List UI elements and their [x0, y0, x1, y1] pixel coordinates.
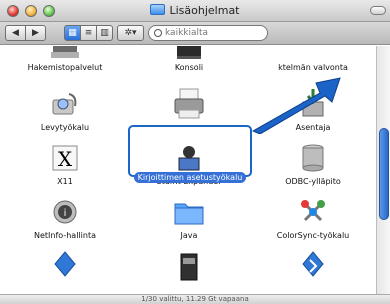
file-label: Hakemistopalvelut [27, 63, 103, 72]
icon-view-button[interactable]: ▦ [64, 25, 81, 41]
icon-view: Hakemistopalvelut Konsoli ktelmän valvon… [0, 46, 376, 294]
file-label: Java [180, 231, 198, 240]
file-item[interactable]: Levytyökalu [10, 86, 120, 133]
vertical-scrollbar[interactable] [376, 46, 390, 294]
file-item[interactable] [258, 248, 368, 284]
console-icon [171, 46, 207, 62]
finder-window: Lisäohjelmat ◀ ▶ ▦ ≡ ▥ ✲▾ kaikkialta Hak… [0, 0, 390, 304]
search-icon [154, 29, 162, 37]
file-item[interactable] [134, 86, 244, 122]
pointer-arrow-icon [251, 77, 341, 134]
utility-icon [171, 248, 207, 284]
toolbar-toggle-button[interactable] [370, 6, 386, 15]
folder-icon [150, 4, 166, 15]
selected-item-label: Kirjoittimen asetustyökalu [130, 165, 250, 184]
file-label: X11 [57, 177, 73, 186]
file-item[interactable]: ColorSync-työkalu [258, 194, 368, 241]
directory-utility-icon [47, 46, 83, 62]
list-view-button[interactable]: ≡ [80, 25, 97, 41]
bluetooth-file-exchange-icon [295, 248, 331, 284]
search-field[interactable]: kaikkialta [148, 25, 268, 41]
file-item[interactable]: ktelmän valvonta [258, 46, 368, 73]
colorsync-utility-icon [295, 194, 331, 230]
svg-text:i: i [64, 208, 67, 219]
svg-text:X: X [58, 147, 73, 171]
file-item[interactable] [134, 248, 244, 284]
printer-setup-utility-icon [171, 86, 207, 122]
window-title: Lisäohjelmat [0, 4, 390, 17]
file-item[interactable]: X X11 [10, 140, 120, 187]
file-item[interactable]: Hakemistopalvelut [10, 46, 120, 73]
column-view-button[interactable]: ▥ [96, 25, 113, 41]
back-button[interactable]: ◀ [5, 25, 26, 41]
toolbar: ◀ ▶ ▦ ≡ ▥ ✲▾ kaikkialta [0, 22, 390, 45]
file-label: Konsoli [174, 63, 204, 72]
window-title-text: Lisäohjelmat [169, 4, 240, 17]
bluetooth-utility-icon [47, 248, 83, 284]
activity-monitor-icon [295, 46, 331, 62]
file-label: ColorSync-työkalu [276, 231, 350, 240]
file-label: Levytyökalu [40, 123, 90, 132]
action-menu-button[interactable]: ✲▾ [117, 25, 144, 41]
file-label: ODBC-ylläpito [285, 177, 341, 186]
selection-highlight: Kirjoittimen asetustyökalu [128, 125, 252, 183]
x11-icon: X [47, 140, 83, 176]
search-placeholder: kaikkialta [165, 28, 209, 38]
disk-utility-icon [47, 86, 83, 122]
file-item[interactable]: Konsoli [134, 46, 244, 73]
file-item[interactable]: i NetInfo-hallinta [10, 194, 120, 241]
forward-button[interactable]: ▶ [25, 25, 46, 41]
title-bar[interactable]: Lisäohjelmat [0, 0, 390, 22]
file-item[interactable]: ODBC-ylläpito [258, 140, 368, 187]
scrollbar-thumb[interactable] [379, 128, 389, 220]
java-folder-icon [171, 194, 207, 230]
file-item[interactable]: Java [134, 194, 244, 241]
odbc-administrator-icon [295, 140, 331, 176]
status-bar: 1/30 valittu, 11.29 Gt vapaana [0, 294, 390, 304]
file-item[interactable] [10, 248, 120, 284]
selected-file-label: Kirjoittimen asetustyökalu [133, 172, 247, 183]
file-label: ktelmän valvonta [278, 63, 348, 72]
netinfo-manager-icon: i [47, 194, 83, 230]
file-label: NetInfo-hallinta [34, 231, 96, 240]
